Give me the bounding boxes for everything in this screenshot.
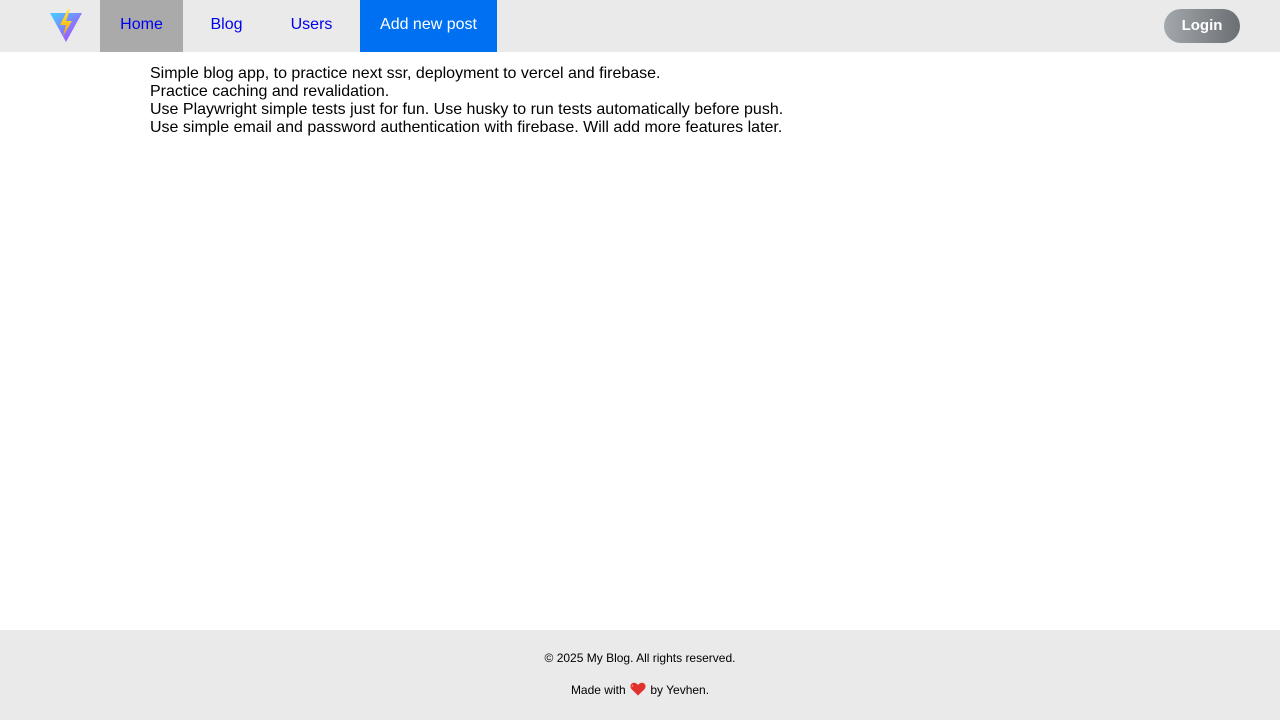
login-button[interactable]: Login bbox=[1164, 9, 1240, 43]
nav-link-home[interactable]: Home bbox=[100, 0, 183, 52]
nav-link-blog[interactable]: Blog bbox=[190, 0, 263, 52]
vite-logo-icon[interactable] bbox=[49, 9, 83, 43]
nav-link-users[interactable]: Users bbox=[270, 0, 353, 52]
made-with-prefix: Made with bbox=[570, 683, 626, 697]
description-line: Practice caching and revalidation. bbox=[150, 83, 390, 100]
heart-svg bbox=[630, 682, 646, 696]
footer: © 2025 My Blog. All rights reserved. Mad… bbox=[0, 630, 1280, 720]
nav-link-add-new-post[interactable]: Add new post bbox=[360, 0, 497, 52]
main-content: Simple blog app, to practice next ssr, d… bbox=[150, 65, 1050, 137]
heart-icon bbox=[630, 682, 646, 696]
description-line: Simple blog app, to practice next ssr, d… bbox=[150, 65, 661, 82]
description-line: Use Playwright simple tests just for fun… bbox=[150, 101, 784, 118]
navbar: Home Blog Users Add new post Login bbox=[0, 0, 1280, 52]
logo-svg bbox=[50, 9, 82, 42]
description-line: Use simple email and password authentica… bbox=[150, 119, 783, 136]
copyright-text: © 2025 My Blog. All rights reserved. bbox=[544, 651, 736, 665]
made-with-suffix: by Yevhen. bbox=[650, 683, 710, 697]
made-with-text: Made with by Yevhen. bbox=[0, 682, 1280, 697]
